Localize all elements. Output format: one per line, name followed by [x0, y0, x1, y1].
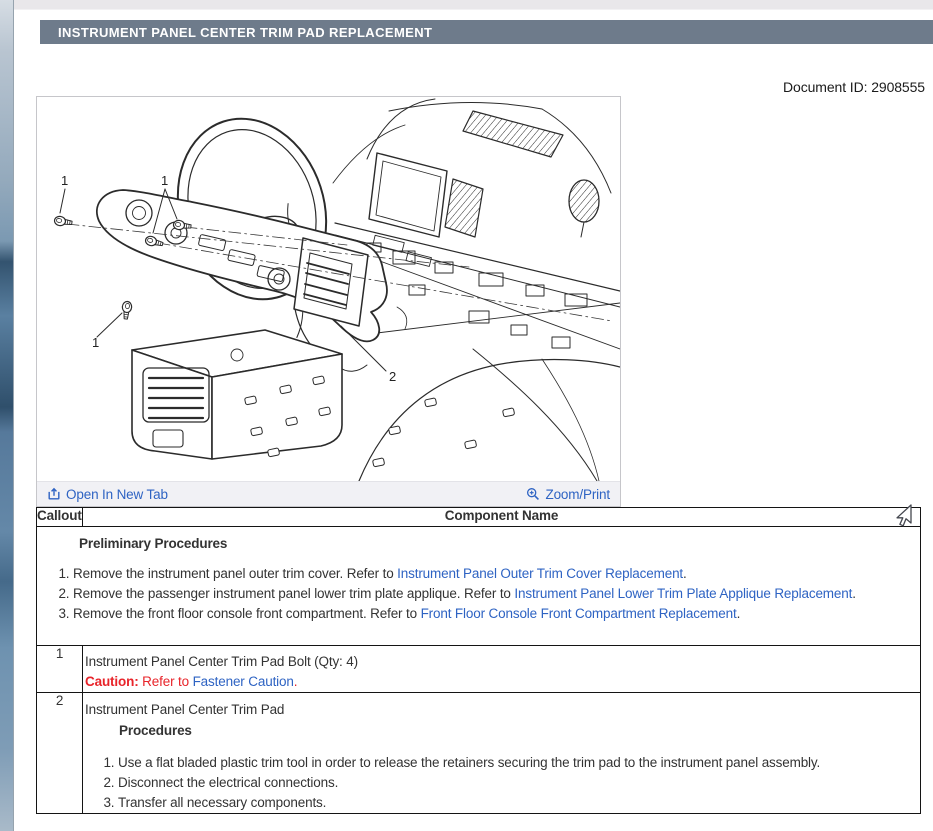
background-window-edge: [0, 0, 14, 831]
step-text: .: [737, 606, 741, 621]
figure-toolbar: Open In New Tab Zoom/Print: [37, 481, 620, 506]
step-text: .: [852, 586, 856, 601]
open-in-new-tab-link[interactable]: Open In New Tab: [47, 487, 168, 502]
callout-number: 1: [37, 646, 83, 693]
preliminary-procedures-title: Preliminary Procedures: [79, 534, 920, 553]
table-row: 2 Instrument Panel Center Trim Pad Proce…: [37, 693, 921, 814]
zoom-magnifier-icon: [526, 487, 540, 501]
caution-text: Refer to: [139, 674, 193, 689]
step-text: .: [683, 566, 687, 581]
step-text: Remove the passenger instrument panel lo…: [73, 586, 514, 601]
zoom-print-link[interactable]: Zoom/Print: [526, 487, 610, 502]
callout-number: 2: [37, 693, 83, 814]
figure-panel: 1 1 1 2 Open In New Tab: [36, 96, 621, 507]
page-title: INSTRUMENT PANEL CENTER TRIM PAD REPLACE…: [58, 25, 432, 40]
caution-line: Caution: Refer to Fastener Caution.: [85, 672, 920, 691]
table-header-row: Callout Component Name: [37, 508, 921, 527]
service-document-page: INSTRUMENT PANEL CENTER TRIM PAD REPLACE…: [0, 0, 933, 831]
component-name: Instrument Panel Center Trim Pad Bolt (Q…: [85, 652, 920, 671]
preliminary-steps-list: Remove the instrument panel outer trim c…: [37, 564, 920, 624]
open-in-new-tab-label: Open In New Tab: [66, 487, 168, 502]
open-in-new-tab-icon: [47, 487, 61, 501]
callout-label: 1: [61, 173, 68, 188]
component-cell: Instrument Panel Center Trim Pad Procedu…: [83, 693, 921, 814]
floor-console-drawing: [132, 330, 342, 459]
document-id: Document ID: 2908555: [783, 79, 925, 95]
step-text: Remove the instrument panel outer trim c…: [73, 566, 397, 581]
fastener-caution-link[interactable]: Fastener Caution: [193, 674, 294, 689]
step-text: Remove the front floor console front com…: [73, 606, 421, 621]
preliminary-step: Remove the front floor console front com…: [73, 604, 920, 624]
component-table: Callout Component Name Preliminary Proce…: [36, 507, 921, 814]
procedure-step: Use a flat bladed plastic trim tool in o…: [118, 753, 920, 773]
callout-label: 2: [389, 369, 396, 384]
caution-label: Caution:: [85, 674, 139, 689]
component-name: Instrument Panel Center Trim Pad: [85, 700, 920, 719]
callout-label: 1: [161, 173, 168, 188]
table-row: 1 Instrument Panel Center Trim Pad Bolt …: [37, 646, 921, 693]
page-title-bar: INSTRUMENT PANEL CENTER TRIM PAD REPLACE…: [40, 20, 933, 44]
lower-trim-plate-applique-replacement-link[interactable]: Instrument Panel Lower Trim Plate Appliq…: [514, 586, 852, 601]
instrument-panel-diagram[interactable]: 1 1 1 2: [37, 97, 620, 481]
preliminary-procedures-row: Preliminary Procedures Remove the instru…: [37, 527, 921, 646]
procedure-step: Disconnect the electrical connections.: [118, 773, 920, 793]
mouse-cursor: [889, 503, 915, 533]
callout-label: 1: [92, 335, 99, 350]
preliminary-procedures-cell: Preliminary Procedures Remove the instru…: [37, 527, 921, 646]
front-floor-console-front-compartment-replacement-link[interactable]: Front Floor Console Front Compartment Re…: [421, 606, 737, 621]
component-column-header: Component Name: [83, 508, 921, 527]
procedures-title: Procedures: [119, 721, 920, 740]
preliminary-step: Remove the instrument panel outer trim c…: [73, 564, 920, 584]
component-cell: Instrument Panel Center Trim Pad Bolt (Q…: [83, 646, 921, 693]
callout-column-header: Callout: [37, 508, 83, 527]
caution-text: .: [294, 674, 298, 689]
zoom-print-label: Zoom/Print: [545, 487, 610, 502]
outer-trim-cover-replacement-link[interactable]: Instrument Panel Outer Trim Cover Replac…: [397, 566, 683, 581]
procedures-steps-list: Use a flat bladed plastic trim tool in o…: [83, 753, 920, 813]
preliminary-step: Remove the passenger instrument panel lo…: [73, 584, 920, 604]
procedure-step: Transfer all necessary components.: [118, 793, 920, 813]
top-window-strip: [14, 0, 933, 10]
